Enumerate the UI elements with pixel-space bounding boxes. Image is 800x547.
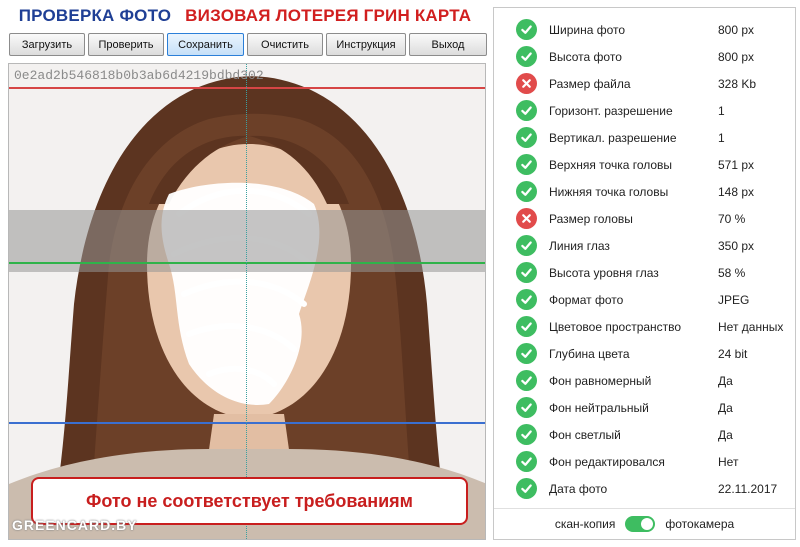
check-pass-icon (516, 100, 537, 121)
check-row: Формат фото JPEG (494, 286, 795, 313)
verdict-text: Фото не соответствует требованиям (85, 490, 413, 511)
check-value: 58 % (718, 265, 746, 280)
portrait-image (9, 64, 485, 539)
check-value: 70 % (718, 211, 746, 226)
app-subtitle: ВИЗОВАЯ ЛОТЕРЕЯ ГРИН КАРТА (185, 6, 472, 25)
mode-camera-label[interactable]: фотокамера (665, 517, 734, 531)
check-row: Вертикал. разрешение 1 (494, 124, 795, 151)
check-label: Верхняя точка головы (549, 157, 673, 172)
check-row: Фон равномерный Да (494, 367, 795, 394)
save-button[interactable]: Сохранить (167, 33, 244, 56)
toolbar: Загрузить Проверить Сохранить Очистить И… (9, 33, 487, 57)
check-fail-icon (516, 208, 537, 229)
check-value: Нет данных (718, 319, 784, 334)
check-row: Высота фото 800 px (494, 43, 795, 70)
check-value: Да (718, 427, 733, 442)
head-top-guide-line (9, 87, 485, 89)
check-row: Глубина цвета 24 bit (494, 340, 795, 367)
check-value: JPEG (718, 292, 750, 307)
check-label: Размер файла (549, 76, 631, 91)
photo-preview[interactable]: 0e2ad2b546818b0b3ab6d4219bdbd302 Фото не… (8, 63, 486, 540)
check-label: Формат фото (549, 292, 624, 307)
check-value: 1 (718, 130, 725, 145)
check-pass-icon (516, 424, 537, 445)
check-value: Нет (718, 454, 739, 469)
check-fail-icon (516, 73, 537, 94)
check-row: Линия глаз 350 px (494, 232, 795, 259)
check-label: Фон нейтральный (549, 400, 649, 415)
check-pass-icon (516, 154, 537, 175)
source-mode-switch: скан-копия фотокамера (494, 513, 795, 535)
clear-button[interactable]: Очистить (247, 33, 323, 56)
check-button[interactable]: Проверить (88, 33, 164, 56)
check-row: Фон редактировался Нет (494, 448, 795, 475)
check-label: Высота фото (549, 49, 622, 64)
check-label: Дата фото (549, 481, 608, 496)
check-label: Вертикал. разрешение (549, 130, 677, 145)
site-watermark: GREENCARD.BY (12, 517, 138, 533)
check-value: 148 px (718, 184, 755, 199)
check-value: 328 Kb (718, 76, 757, 91)
check-label: Высота уровня глаз (549, 265, 659, 280)
photo-hash: 0e2ad2b546818b0b3ab6d4219bdbd302 (14, 68, 264, 83)
load-button[interactable]: Загрузить (9, 33, 85, 56)
check-label: Нижняя точка головы (549, 184, 669, 199)
check-pass-icon (516, 235, 537, 256)
check-value: 350 px (718, 238, 755, 253)
check-row: Цветовое пространство Нет данных (494, 313, 795, 340)
check-pass-icon (516, 478, 537, 499)
check-row: Размер файла 328 Kb (494, 70, 795, 97)
check-pass-icon (516, 316, 537, 337)
check-pass-icon (516, 289, 537, 310)
check-label: Фон равномерный (549, 373, 652, 388)
check-row: Дата фото 22.11.2017 (494, 475, 795, 502)
check-row: Высота уровня глаз 58 % (494, 259, 795, 286)
check-pass-icon (516, 181, 537, 202)
mode-scan-label[interactable]: скан-копия (555, 517, 616, 531)
check-value: 571 px (718, 157, 755, 172)
check-pass-icon (516, 370, 537, 391)
app-title: ПРОВЕРКА ФОТО (18, 6, 172, 25)
toggle-knob (641, 518, 654, 530)
instructions-button[interactable]: Инструкция (326, 33, 406, 56)
check-value: 24 bit (718, 346, 748, 361)
checks-panel: Ширина фото 800 px Высота фото 800 px Размер… (493, 7, 796, 540)
check-label: Горизонт. разрешение (549, 103, 673, 118)
check-label: Глубина цвета (549, 346, 630, 361)
mode-toggle[interactable] (625, 516, 656, 532)
check-pass-icon (516, 397, 537, 418)
check-pass-icon (516, 451, 537, 472)
check-label: Размер головы (549, 211, 633, 226)
eye-line-guide (9, 262, 485, 264)
check-row: Ширина фото 800 px (494, 16, 795, 43)
check-row: Фон нейтральный Да (494, 394, 795, 421)
checks-list: Ширина фото 800 px Высота фото 800 px Размер… (494, 16, 795, 502)
check-label: Цветовое пространство (549, 319, 682, 334)
center-guide-line (246, 64, 247, 539)
check-value: 22.11.2017 (718, 481, 778, 496)
check-label: Линия глаз (549, 238, 610, 253)
check-label: Ширина фото (549, 22, 626, 37)
check-value: 800 px (718, 22, 755, 37)
check-pass-icon (516, 19, 537, 40)
check-pass-icon (516, 262, 537, 283)
check-row: Верхняя точка головы 571 px (494, 151, 795, 178)
check-pass-icon (516, 46, 537, 67)
check-row: Размер головы 70 % (494, 205, 795, 232)
check-value: 1 (718, 103, 725, 118)
check-value: Да (718, 400, 733, 415)
check-value: 800 px (718, 49, 755, 64)
check-label: Фон светлый (549, 427, 621, 442)
check-label: Фон редактировался (549, 454, 665, 469)
check-value: Да (718, 373, 733, 388)
check-row: Фон светлый Да (494, 421, 795, 448)
exit-button[interactable]: Выход (409, 33, 487, 56)
app-header: ПРОВЕРКА ФОТО ВИЗОВАЯ ЛОТЕРЕЯ ГРИН КАРТА (0, 0, 490, 32)
check-row: Нижняя точка головы 148 px (494, 178, 795, 205)
check-pass-icon (516, 127, 537, 148)
chin-guide-line (9, 422, 485, 424)
check-pass-icon (516, 343, 537, 364)
check-row: Горизонт. разрешение 1 (494, 97, 795, 124)
panel-divider (494, 508, 795, 509)
